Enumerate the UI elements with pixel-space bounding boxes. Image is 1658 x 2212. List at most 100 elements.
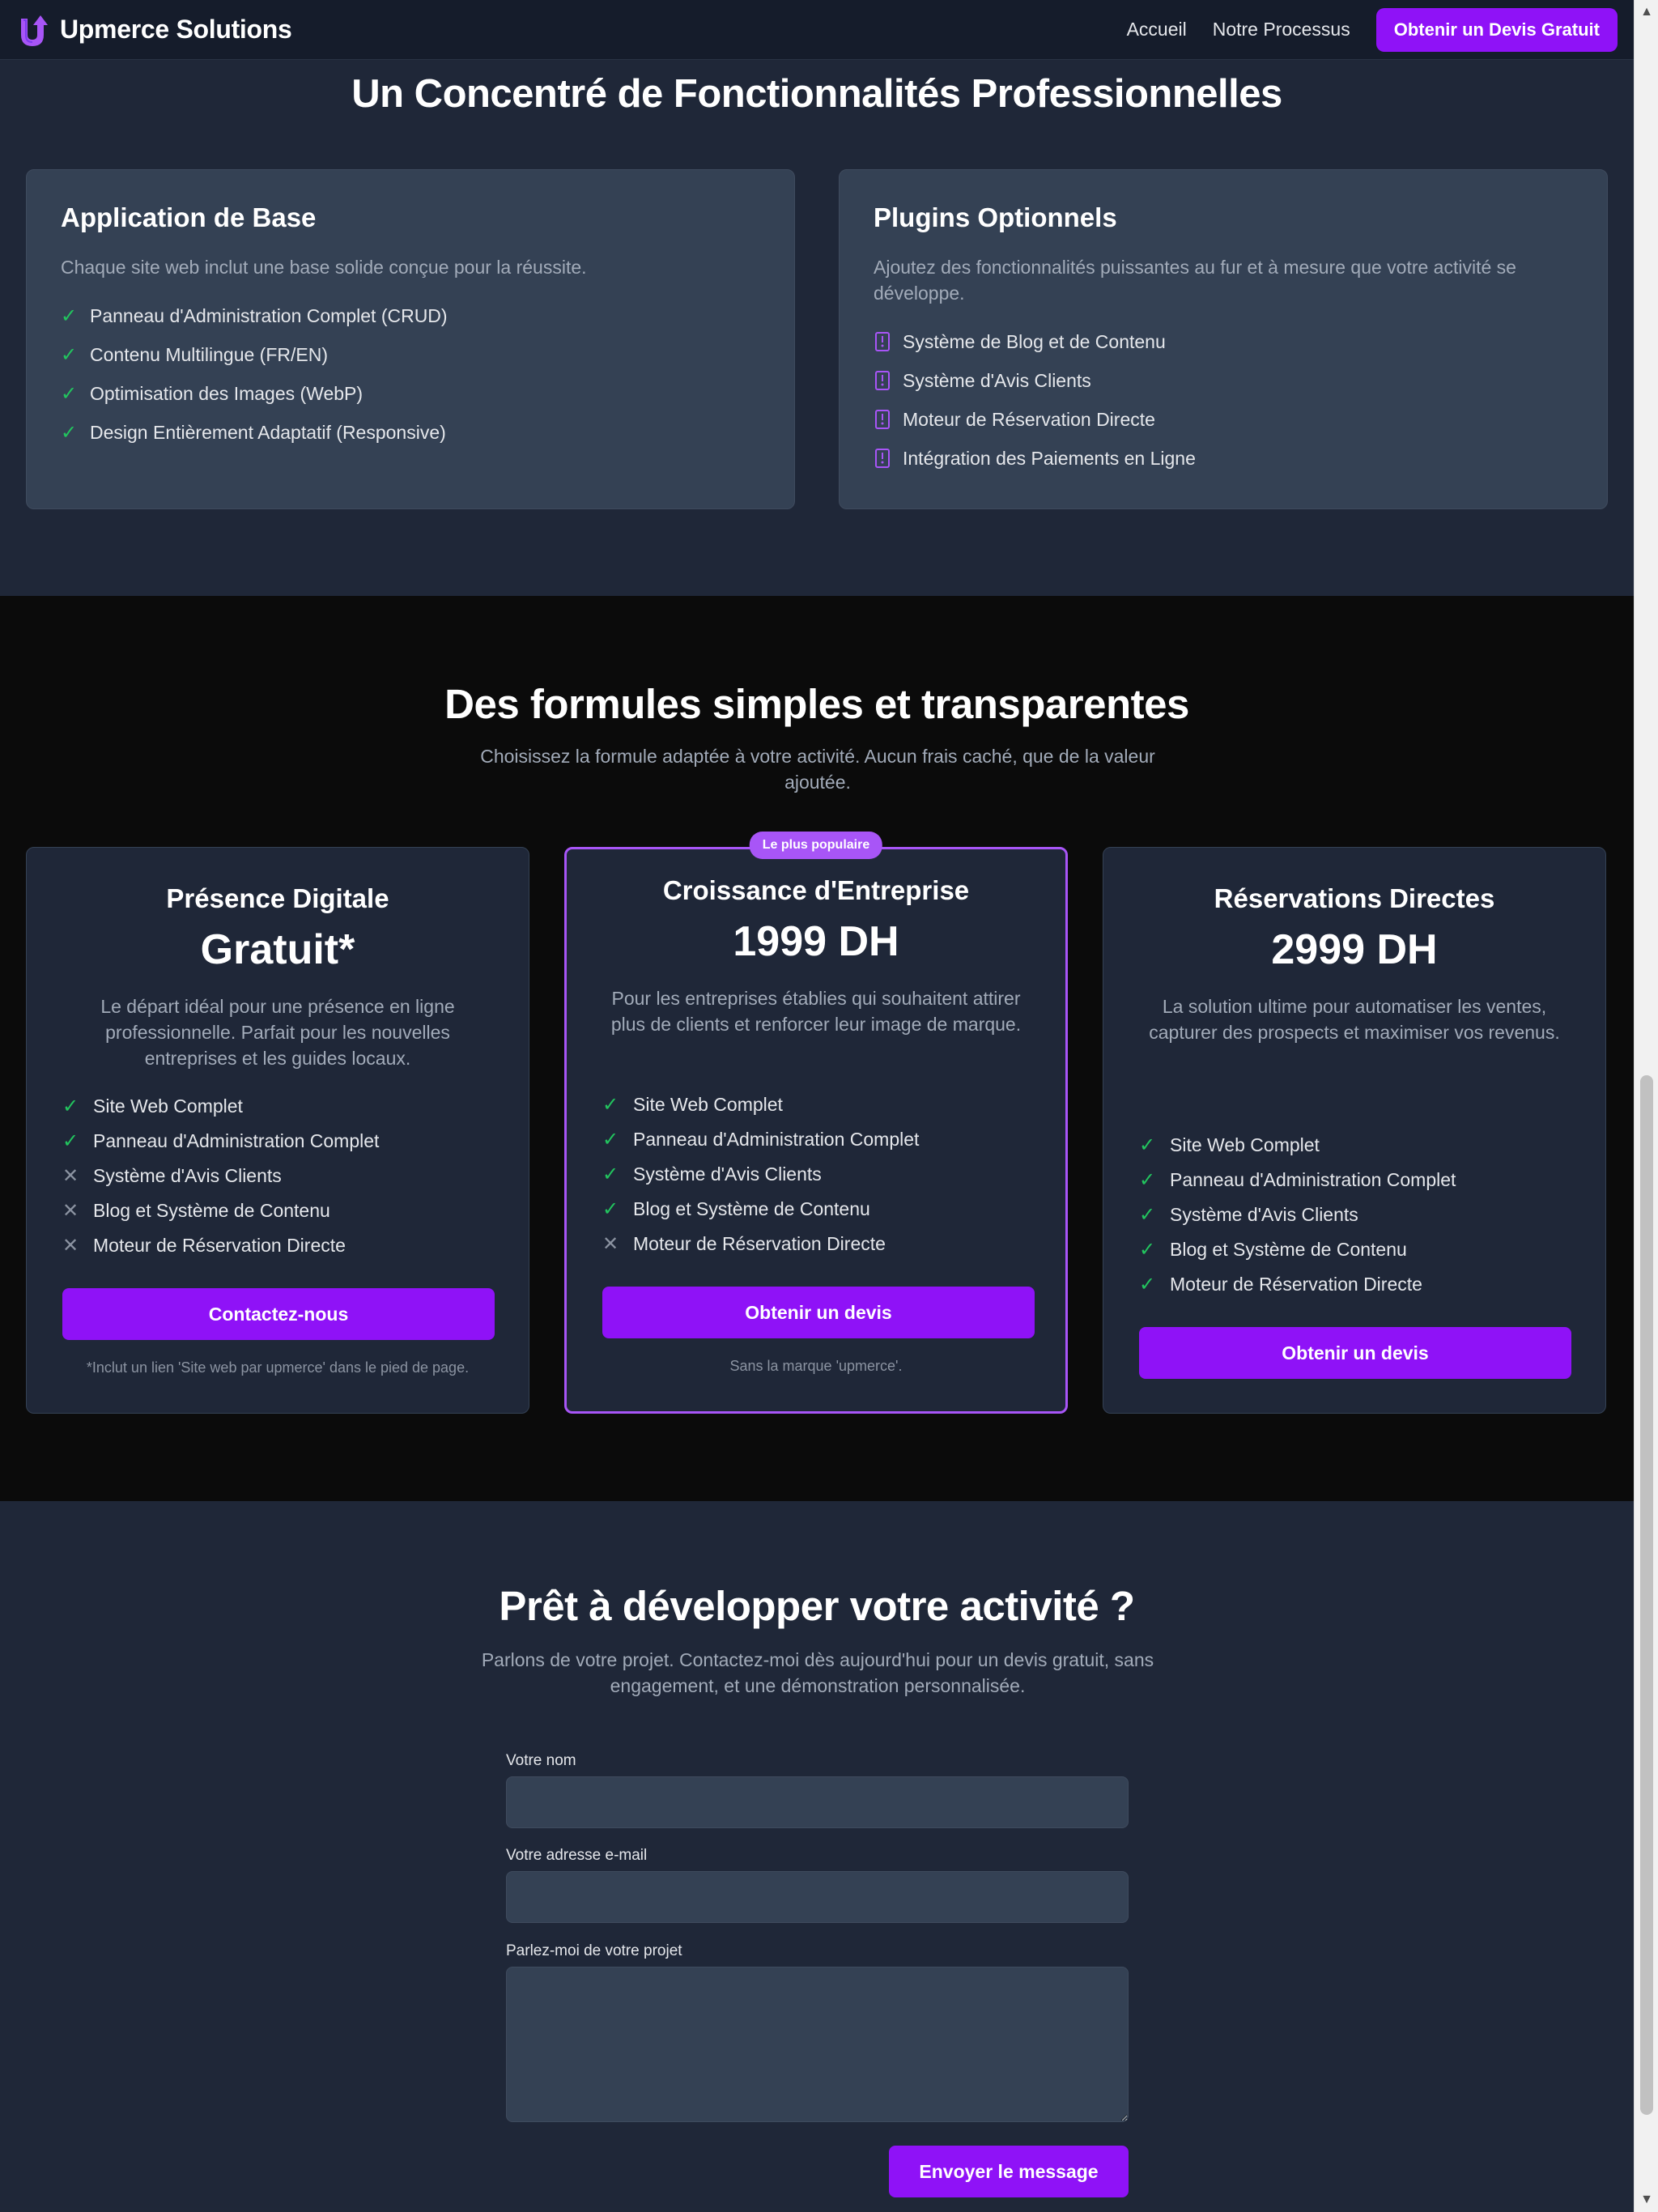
feature-card-base: Application de Base Chaque site web incl… — [26, 169, 795, 509]
plan-feature-list: ✓ Site Web Complet ✓ Panneau d'Administrat… — [1139, 1128, 1456, 1302]
plan-feature-label: Moteur de Réservation Directe — [1170, 1274, 1422, 1295]
check-icon: ✓ — [62, 1095, 79, 1117]
name-field[interactable] — [506, 1776, 1129, 1828]
plan-feature-label: Site Web Complet — [93, 1095, 243, 1117]
list-item-label: Moteur de Réservation Directe — [903, 408, 1155, 430]
name-label: Votre nom — [506, 1752, 576, 1769]
check-icon: ✓ — [1139, 1274, 1156, 1295]
email-label: Votre adresse e-mail — [506, 1847, 648, 1864]
plan-feature: ✓ Blog et Système de Contenu — [602, 1192, 919, 1227]
cross-icon: ✕ — [62, 1165, 79, 1187]
plan-note: *Inclut un lien 'Site web par upmerce' d… — [86, 1359, 470, 1376]
get-quote-button[interactable]: Obtenir un Devis Gratuit — [1375, 7, 1618, 52]
plan-feature: ✓ Site Web Complet — [1139, 1128, 1456, 1163]
plan-card-croissance: Le plus populaire Croissance d'Entrepris… — [564, 832, 1068, 1414]
logo[interactable]: Upmerce Solutions — [16, 12, 292, 48]
main-nav: Accueil Notre Processus Obtenir un Devis… — [1127, 7, 1618, 52]
pricing-title: Des formules simples et transparentes — [444, 681, 1189, 727]
check-icon: ✓ — [602, 1163, 619, 1185]
plan-feature: ✓ Moteur de Réservation Directe — [1139, 1267, 1456, 1302]
list-item: ✓ Contenu Multilingue (FR/EN) — [61, 335, 760, 374]
plan-feature: ✕ Moteur de Réservation Directe — [602, 1227, 919, 1261]
check-icon: ✓ — [1139, 1134, 1156, 1156]
plan-feature-label: Site Web Complet — [1170, 1134, 1320, 1155]
feature-card-plugins: Plugins Optionnels Ajoutez des fonctionn… — [839, 169, 1608, 509]
list-item: ✓ Panneau d'Administration Complet (CRUD) — [61, 296, 760, 335]
check-icon: ✓ — [61, 343, 78, 366]
scroll-down-arrow-icon[interactable]: ▼ — [1635, 2188, 1658, 2212]
nav-link-processus[interactable]: Notre Processus — [1213, 19, 1350, 40]
check-icon: ✓ — [61, 304, 78, 327]
check-icon: ✓ — [602, 1094, 619, 1116]
top-navigation: Upmerce Solutions Accueil Notre Processu… — [0, 0, 1634, 60]
plan-feature-list: ✓ Site Web Complet ✓ Panneau d'Administrat… — [602, 1087, 919, 1261]
plan-feature-label: Panneau d'Administration Complet — [93, 1130, 380, 1151]
plan-feature-label: Blog et Système de Contenu — [93, 1200, 330, 1221]
scrollbar[interactable]: ▲ ▼ — [1634, 0, 1658, 2212]
plan-feature-label: Moteur de Réservation Directe — [633, 1233, 886, 1254]
cross-icon: ✕ — [62, 1200, 79, 1222]
plan-feature-label: Panneau d'Administration Complet — [633, 1129, 920, 1150]
plugin-icon — [875, 449, 890, 468]
scroll-up-arrow-icon[interactable]: ▲ — [1635, 0, 1658, 24]
plugin-icon — [875, 410, 890, 429]
plan-feature: ✓ Blog et Système de Contenu — [1139, 1232, 1456, 1267]
popular-badge: Le plus populaire — [749, 832, 883, 859]
check-icon: ✓ — [602, 1198, 619, 1220]
plan-price: 1999 DH — [733, 918, 899, 965]
plan-desc: La solution ultime pour automatiser les … — [1149, 996, 1560, 1043]
cross-icon: ✕ — [62, 1235, 79, 1257]
pricing-section: Des formules simples et transparentes Ch… — [0, 596, 1634, 1501]
plan-feature-label: Blog et Système de Contenu — [1170, 1239, 1407, 1260]
list-item-label: Contenu Multilingue (FR/EN) — [90, 343, 329, 365]
check-icon: ✓ — [602, 1129, 619, 1151]
pricing-subtitle: Choisissez la formule adaptée à votre ac… — [480, 746, 1155, 793]
feature-card-desc: Ajoutez des fonctionnalités puissantes a… — [874, 257, 1516, 304]
brand-name: Upmerce Solutions — [60, 15, 292, 44]
list-item: ✓ Optimisation des Images (WebP) — [61, 374, 760, 413]
check-icon: ✓ — [1139, 1204, 1156, 1226]
plugin-icon — [875, 371, 890, 390]
plan-feature-label: Moteur de Réservation Directe — [93, 1235, 346, 1256]
scrollbar-thumb[interactable] — [1640, 1075, 1653, 2115]
plan-name: Croissance d'Entreprise — [662, 875, 970, 905]
list-item: Système de Blog et de Contenu — [874, 322, 1573, 361]
plan-price: 2999 DH — [1271, 926, 1438, 973]
plan-name: Réservations Directes — [1214, 883, 1495, 913]
list-item-label: Panneau d'Administration Complet (CRUD) — [90, 304, 448, 326]
list-item: Système d'Avis Clients — [874, 361, 1573, 400]
list-item: Moteur de Réservation Directe — [874, 400, 1573, 439]
cross-icon: ✕ — [602, 1233, 619, 1255]
get-quote-plan-button[interactable]: Obtenir un devis — [1139, 1327, 1571, 1379]
plan-feature-label: Site Web Complet — [633, 1094, 783, 1115]
plan-feature: ✕ Moteur de Réservation Directe — [62, 1228, 379, 1263]
plan-desc: Pour les entreprises établies qui souhai… — [610, 988, 1022, 1035]
features-title: Un Concentré de Fonctionnalités Professi… — [351, 72, 1282, 116]
send-message-button[interactable]: Envoyer le message — [889, 2146, 1129, 2197]
contact-title: Prêt à développer votre activité ? — [499, 1583, 1135, 1629]
plan-card-reservations: Réservations Directes 2999 DH La solutio… — [1103, 847, 1606, 1414]
check-icon: ✓ — [61, 382, 78, 405]
message-label: Parlez-moi de votre projet — [506, 1942, 682, 1959]
list-item: ✓ Design Entièrement Adaptatif (Responsiv… — [61, 413, 760, 452]
list-item-label: Système de Blog et de Contenu — [903, 330, 1166, 352]
plan-feature: ✓ Système d'Avis Clients — [1139, 1197, 1456, 1232]
feature-card-title: Plugins Optionnels — [874, 202, 1117, 232]
plan-note: Sans la marque 'upmerce'. — [729, 1358, 903, 1374]
contact-us-button[interactable]: Contactez-nous — [62, 1288, 495, 1340]
nav-link-accueil[interactable]: Accueil — [1127, 19, 1187, 40]
plan-feature: ✓ Panneau d'Administration Complet — [1139, 1163, 1456, 1197]
plan-feature: ✕ Système d'Avis Clients — [62, 1159, 379, 1193]
upmerce-logo-icon — [21, 15, 48, 46]
features-section: Un Concentré de Fonctionnalités Professi… — [0, 60, 1634, 596]
email-field[interactable] — [506, 1871, 1129, 1923]
plan-feature: ✓ Site Web Complet — [602, 1087, 919, 1122]
plan-feature-label: Système d'Avis Clients — [633, 1163, 822, 1185]
plan-price: Gratuit* — [200, 926, 355, 973]
plan-feature: ✓ Panneau d'Administration Complet — [602, 1122, 919, 1157]
message-field[interactable] — [506, 1967, 1129, 2122]
plan-feature-label: Blog et Système de Contenu — [633, 1198, 870, 1219]
plan-feature-list: ✓ Site Web Complet ✓ Panneau d'Administrat… — [62, 1089, 379, 1263]
get-quote-plan-button[interactable]: Obtenir un devis — [602, 1287, 1035, 1338]
list-item-label: Design Entièrement Adaptatif (Responsive… — [90, 421, 446, 443]
